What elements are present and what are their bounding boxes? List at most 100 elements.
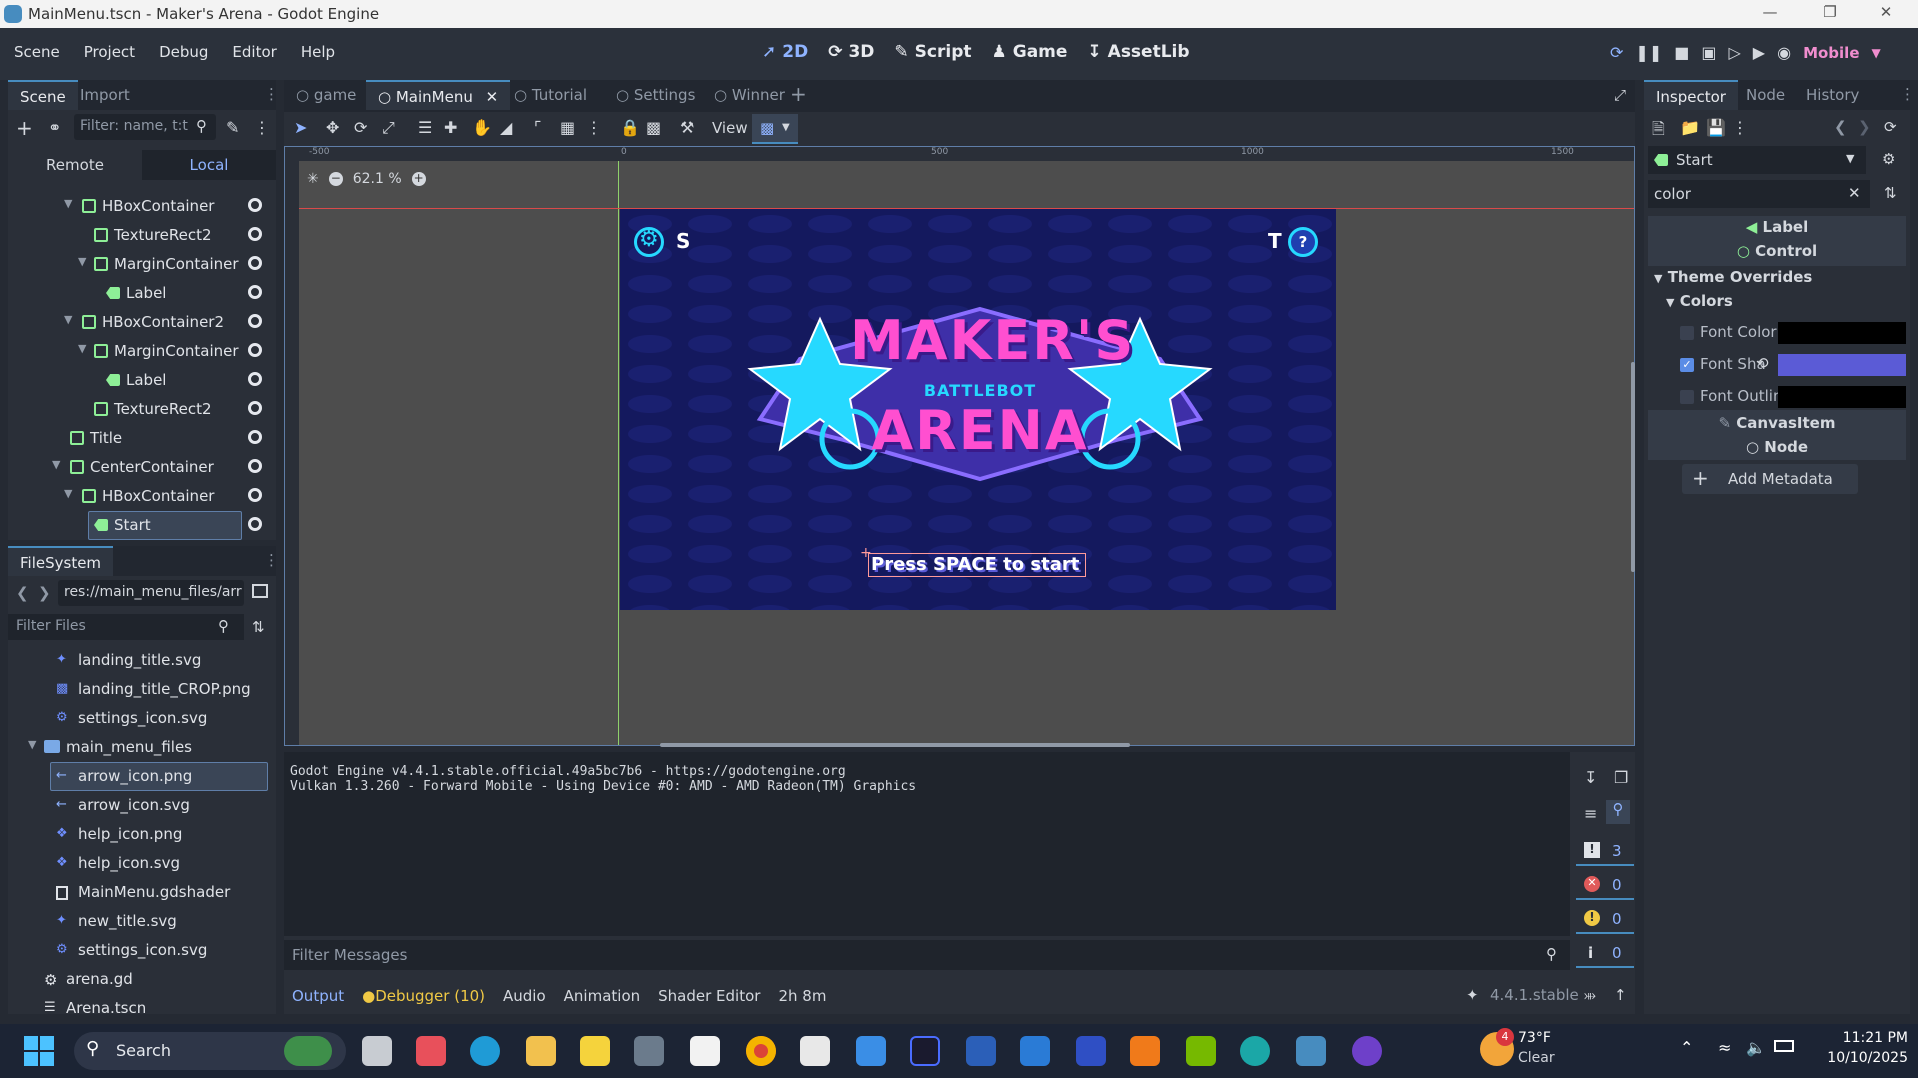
center-view-icon[interactable]: ✳ — [307, 171, 319, 187]
visibility-eye-icon[interactable] — [248, 343, 262, 357]
tree-item[interactable]: ▼ HBoxContainer2 — [8, 308, 270, 337]
tab-import[interactable]: Import — [68, 80, 142, 110]
lock-icon[interactable]: 🔒 — [620, 118, 640, 137]
add-tab-icon[interactable]: + — [790, 82, 807, 106]
visibility-eye-icon[interactable] — [248, 285, 262, 299]
tree-item[interactable]: Title — [8, 424, 270, 453]
add-node-icon[interactable]: + — [16, 116, 33, 140]
file-explorer-icon[interactable] — [526, 1036, 556, 1066]
clock-time[interactable]: 11:21 PM — [1818, 1030, 1908, 1046]
messages-filter-toggle[interactable]: ! 3 — [1576, 838, 1634, 866]
visibility-eye-icon[interactable] — [248, 227, 262, 241]
rotate-tool-icon[interactable]: ⟳ — [354, 118, 367, 137]
file-item[interactable]: ← arrow_icon.svg — [8, 791, 270, 820]
search-toggle-icon[interactable]: ⚲ — [1606, 800, 1630, 824]
add-metadata-button[interactable]: + Add Metadata — [1682, 464, 1858, 494]
more-icon[interactable]: ⋮ — [1732, 118, 1748, 137]
main-screen-script-button[interactable]: ✎ Script — [884, 42, 981, 62]
file-item[interactable]: ✦ new_title.svg — [8, 907, 270, 936]
visibility-eye-icon[interactable] — [248, 401, 262, 415]
tree-item[interactable]: ▼ MarginContainer — [8, 337, 270, 366]
tab-game[interactable]: ○ game — [284, 80, 368, 110]
history-back-icon[interactable]: ❮ — [1834, 118, 1847, 136]
tab-history[interactable]: History — [1794, 80, 1871, 110]
visibility-eye-icon[interactable] — [248, 198, 262, 212]
fusion-icon[interactable] — [1130, 1036, 1160, 1066]
main-screen-3d-button[interactable]: ⟳ 3D — [818, 42, 884, 62]
pan-tool-icon[interactable]: ✋ — [472, 118, 492, 137]
override-checkbox-checked[interactable]: ✓ — [1680, 358, 1694, 372]
tree-item[interactable]: TextureRect2 — [8, 395, 270, 424]
tab-animation[interactable]: Animation — [564, 987, 640, 1005]
movie-maker-icon[interactable]: ◉ — [1777, 43, 1791, 62]
remote-debug-icon[interactable]: ▣ — [1701, 43, 1716, 62]
dock-menu-icon[interactable]: ⋮ — [1900, 85, 1915, 103]
tree-item[interactable]: TextureRect2 — [8, 221, 270, 250]
smart-snap-icon[interactable]: ⌜ — [534, 118, 542, 137]
move-tool-icon[interactable]: ✥ — [326, 118, 339, 137]
tab-mainmenu[interactable]: ○ MainMenu ✕ — [366, 80, 511, 110]
bone-icon[interactable]: ⚒ — [680, 118, 694, 137]
visibility-eye-icon[interactable] — [248, 372, 262, 386]
renderer-select[interactable]: Mobile — [1803, 44, 1859, 62]
file-item[interactable]: ❖ help_icon.png — [8, 820, 270, 849]
maximize-icon[interactable]: ❐ — [1810, 3, 1850, 21]
tab-shader-editor[interactable]: Shader Editor — [658, 987, 760, 1005]
output-log[interactable]: Godot Engine v4.4.1.stable.official.49a5… — [284, 752, 1570, 936]
filter-options-icon[interactable]: ⇅ — [1884, 184, 1897, 202]
file-item[interactable]: MainMenu.gdshader — [8, 878, 270, 907]
scene-filter-input[interactable]: Filter: name, t:t ⚲ — [74, 114, 216, 140]
task-view-icon[interactable] — [362, 1036, 392, 1066]
version-label[interactable]: 4.4.1.stable — [1490, 986, 1579, 1004]
tree-item[interactable]: Label — [8, 279, 270, 308]
split-mode-icon[interactable] — [252, 584, 268, 598]
visibility-eye-icon[interactable] — [248, 256, 262, 270]
windows-start-icon[interactable] — [24, 1036, 54, 1066]
visibility-eye-icon[interactable] — [248, 488, 262, 502]
snipping-tool-icon[interactable] — [800, 1036, 830, 1066]
main-screen-2d-button[interactable]: ➚ 2D — [752, 42, 818, 62]
tree-item-selected[interactable]: Start — [8, 511, 270, 540]
tree-item[interactable]: ▼ HBoxContainer — [8, 482, 270, 511]
tab-audio[interactable]: Audio — [503, 987, 546, 1005]
tab-output[interactable]: Output — [292, 987, 344, 1005]
grid-snap-icon[interactable]: ▦ — [560, 118, 575, 137]
path-field[interactable]: res://main_menu_files/arr — [58, 580, 244, 606]
menu-debug[interactable]: Debug — [147, 43, 220, 61]
folder-item[interactable]: ▼ main_menu_files — [8, 733, 270, 762]
property-filter-input[interactable]: color ✕ — [1648, 180, 1870, 208]
open-folder-icon[interactable]: 📁 — [1680, 118, 1700, 137]
file-item[interactable]: ⚙ arena.gd — [8, 965, 270, 994]
file-item[interactable]: ⚙ settings_icon.svg — [8, 936, 270, 965]
vscode-icon[interactable] — [1020, 1036, 1050, 1066]
copy-icon[interactable]: ❐ — [1614, 768, 1628, 787]
edge-icon[interactable] — [470, 1036, 500, 1066]
play-scene-icon[interactable]: ▷ — [1728, 43, 1740, 62]
scale-tool-icon[interactable]: ⤢ — [382, 118, 395, 138]
jetbrains-icon[interactable] — [910, 1036, 940, 1066]
forward-icon[interactable]: ❯ — [38, 584, 51, 602]
arduino-icon[interactable] — [1240, 1036, 1270, 1066]
scene-menu-icon[interactable]: ⋮ — [254, 118, 270, 137]
file-item[interactable]: ✦ landing_title.svg — [8, 646, 270, 675]
chrome-icon[interactable] — [746, 1036, 776, 1066]
sort-icon[interactable]: ⇅ — [252, 618, 265, 636]
file-item[interactable]: ⚙ settings_icon.svg — [8, 704, 270, 733]
clear-icon[interactable]: ✕ — [1848, 184, 1861, 202]
file-item[interactable]: ☰ Arena.tscn — [8, 994, 270, 1014]
main-screen-game-button[interactable]: ♟ Game — [981, 42, 1077, 62]
menu-project[interactable]: Project — [72, 43, 147, 61]
warnings-filter-toggle[interactable]: ! 0 — [1576, 906, 1634, 934]
visibility-eye-icon[interactable] — [248, 314, 262, 328]
class-node-header[interactable]: ○ Node — [1648, 438, 1906, 456]
sticky-notes-icon[interactable] — [580, 1036, 610, 1066]
ruler-tool-icon[interactable]: ◢ — [500, 118, 512, 137]
visibility-eye-icon[interactable] — [248, 517, 262, 531]
history-forward-icon[interactable]: ❯ — [1858, 118, 1871, 136]
play-custom-icon[interactable]: ▶ — [1753, 43, 1765, 62]
save-icon[interactable]: 💾 — [1706, 118, 1726, 137]
kicad-icon[interactable] — [1076, 1036, 1106, 1066]
tab-winner[interactable]: ○ Winner — [702, 80, 797, 110]
tab-settings[interactable]: ○ Settings — [604, 80, 707, 110]
view-menu[interactable]: View — [712, 119, 748, 137]
